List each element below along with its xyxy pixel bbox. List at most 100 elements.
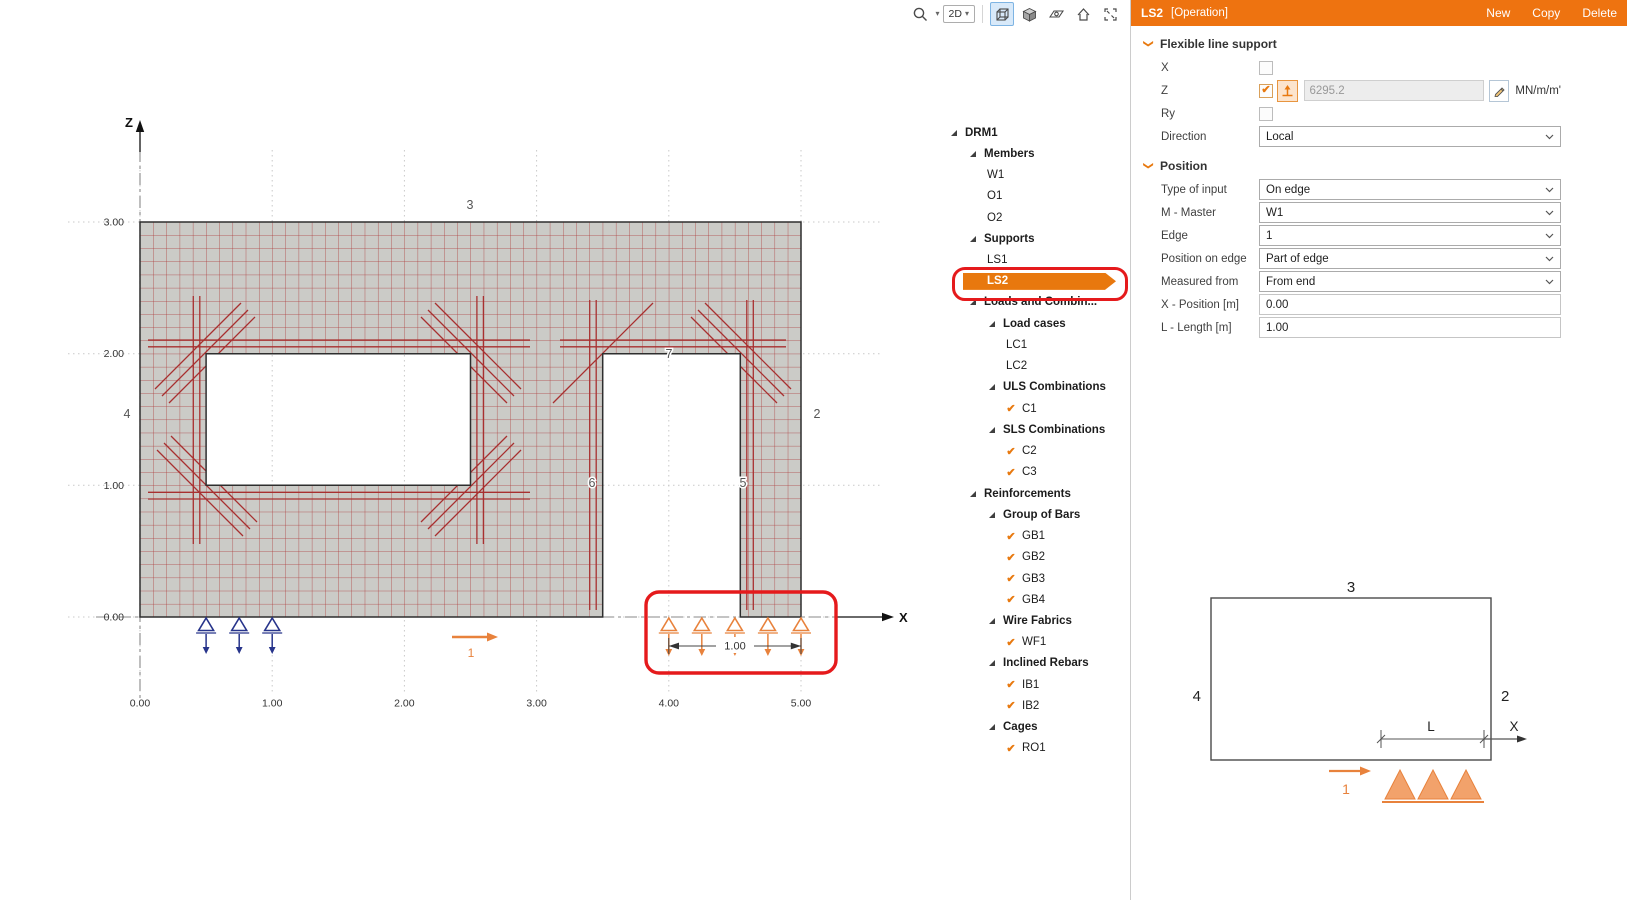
expander-icon[interactable] xyxy=(984,659,1000,667)
new-button[interactable]: New xyxy=(1486,6,1510,20)
check-icon[interactable]: ✔ xyxy=(1003,699,1019,712)
tree-item[interactable]: ✔ Cages xyxy=(938,717,1130,738)
tree-item[interactable]: ✔ Wire Fabrics xyxy=(938,610,1130,631)
property-control[interactable]: 1 xyxy=(1259,225,1561,246)
tree-item[interactable]: ✔ DRM1 xyxy=(938,122,1130,143)
tree-item-label: IB2 xyxy=(1019,700,1042,712)
check-icon[interactable]: ✔ xyxy=(1003,678,1019,691)
tree-item[interactable]: ✔ O1 xyxy=(938,186,1130,207)
tree-item[interactable]: ✔ LS1 xyxy=(938,249,1130,270)
ry-checkbox[interactable] xyxy=(1259,107,1273,121)
support-stiffness-icon[interactable] xyxy=(1277,80,1298,102)
view-axonometry-button[interactable] xyxy=(990,2,1014,26)
tree-item[interactable]: ✔ LC2 xyxy=(938,356,1130,377)
tree-item[interactable]: ✔ LS2 xyxy=(938,271,1130,292)
check-icon[interactable]: ✔ xyxy=(1003,530,1019,543)
section-collapse-icon[interactable]: ❯ xyxy=(1143,39,1154,49)
expander-icon[interactable] xyxy=(984,723,1000,731)
expander-icon[interactable] xyxy=(984,383,1000,391)
check-icon[interactable]: ✔ xyxy=(1003,572,1019,585)
property-control[interactable]: On edge xyxy=(1259,179,1561,200)
edit-pencil-icon[interactable] xyxy=(1489,80,1510,102)
tree-item[interactable]: ✔ GB3 xyxy=(938,568,1130,589)
property-control[interactable]: W1 xyxy=(1259,202,1561,223)
tree-item[interactable]: ✔ IB2 xyxy=(938,695,1130,716)
expander-icon[interactable] xyxy=(965,298,981,306)
tree-item[interactable]: ✔ C2 xyxy=(938,441,1130,462)
check-icon[interactable]: ✔ xyxy=(1003,402,1019,415)
svg-text:3: 3 xyxy=(467,198,474,212)
tree-item[interactable]: ✔ Load cases xyxy=(938,313,1130,334)
expander-icon[interactable] xyxy=(965,150,981,158)
tree-item[interactable]: ✔ C1 xyxy=(938,398,1130,419)
z-stiffness-input[interactable]: 6295.2 xyxy=(1304,80,1484,101)
tree-item[interactable]: ✔ IB1 xyxy=(938,674,1130,695)
model-view[interactable]: 1.00 1 X Z 3.00 2.0 xyxy=(0,0,1130,900)
check-icon[interactable]: ✔ xyxy=(1003,742,1019,755)
property-control[interactable]: From end xyxy=(1259,271,1561,292)
schematic-load-arrow: 1 xyxy=(1329,767,1371,798)
expander-icon[interactable] xyxy=(984,617,1000,625)
tree-item[interactable]: ✔ O2 xyxy=(938,207,1130,228)
expander-icon[interactable] xyxy=(946,129,962,137)
expander-icon[interactable] xyxy=(965,235,981,243)
support-ls1[interactable] xyxy=(196,618,282,654)
z-checkbox[interactable]: ✔ xyxy=(1259,84,1273,98)
tree-item[interactable]: ✔ WF1 xyxy=(938,632,1130,653)
tree-item[interactable]: ✔ Inclined Rebars xyxy=(938,653,1130,674)
direction-select[interactable]: Local xyxy=(1259,126,1561,147)
expander-icon[interactable] xyxy=(965,490,981,498)
check-icon[interactable]: ✔ xyxy=(1003,551,1019,564)
check-icon[interactable]: ✔ xyxy=(1003,593,1019,606)
tree-item[interactable]: ✔ ULS Combinations xyxy=(938,377,1130,398)
check-icon[interactable]: ✔ xyxy=(1003,445,1019,458)
tree-item[interactable]: ✔ SLS Combinations xyxy=(938,419,1130,440)
z-unit-label: MN/m/m' xyxy=(1515,85,1561,97)
section-title: Position xyxy=(1160,159,1207,173)
zoom-tool-button[interactable] xyxy=(909,2,933,26)
x-checkbox[interactable] xyxy=(1259,61,1273,75)
tree-item[interactable]: ✔ Reinforcements xyxy=(938,483,1130,504)
expander-icon[interactable] xyxy=(984,426,1000,434)
home-view-button[interactable] xyxy=(1071,2,1095,26)
tree-item[interactable]: ✔ RO1 xyxy=(938,738,1130,759)
zoom-dropdown-chevron[interactable]: ▾ xyxy=(936,10,940,18)
x-label: X xyxy=(1161,62,1259,74)
tree-item[interactable]: ✔ Supports xyxy=(938,228,1130,249)
expander-icon[interactable] xyxy=(984,511,1000,519)
tree-item[interactable]: ✔ Loads and Combin... xyxy=(938,292,1130,313)
check-icon[interactable]: ✔ xyxy=(1003,466,1019,479)
panel-title: LS2 xyxy=(1141,6,1163,20)
view-2d-label: 2D xyxy=(949,8,962,20)
property-row: Edge 1 xyxy=(1131,224,1627,247)
section-collapse-icon[interactable]: ❯ xyxy=(1143,161,1154,171)
tree-item[interactable]: ✔ Group of Bars xyxy=(938,504,1130,525)
copy-button[interactable]: Copy xyxy=(1532,6,1560,20)
tree-item[interactable]: ✔ Members xyxy=(938,143,1130,164)
tree-item[interactable]: ✔ C3 xyxy=(938,462,1130,483)
property-control[interactable]: Part of edge xyxy=(1259,248,1561,269)
check-icon[interactable]: ✔ xyxy=(1003,636,1019,649)
tree-item[interactable]: ✔ GB4 xyxy=(938,589,1130,610)
workplane-button[interactable] xyxy=(1044,2,1068,26)
property-control[interactable]: 0.00 xyxy=(1259,294,1561,315)
zoom-fit-button[interactable] xyxy=(1098,2,1122,26)
delete-button[interactable]: Delete xyxy=(1582,6,1617,20)
tree-item[interactable]: ✔ LC1 xyxy=(938,334,1130,355)
wall-member[interactable] xyxy=(140,222,801,617)
tree-item-label: LC2 xyxy=(1003,360,1030,372)
tree-item[interactable]: ✔ W1 xyxy=(938,164,1130,185)
expander-icon[interactable] xyxy=(984,320,1000,328)
section-position[interactable]: ❯ Position xyxy=(1143,159,1627,173)
tree-item-label: GB3 xyxy=(1019,573,1048,585)
tree-item-label: Inclined Rebars xyxy=(1000,657,1092,669)
tree-item[interactable]: ✔ GB1 xyxy=(938,525,1130,546)
view-rendered-button[interactable] xyxy=(1017,2,1041,26)
tree-item[interactable]: ✔ GB2 xyxy=(938,547,1130,568)
property-control[interactable]: 1.00 xyxy=(1259,317,1561,338)
view-2d-button[interactable]: 2D ▾ xyxy=(943,5,975,23)
chevron-down-icon xyxy=(1545,256,1554,262)
property-label: Edge xyxy=(1161,230,1259,242)
section-flexible-line-support[interactable]: ❯ Flexible line support xyxy=(1143,37,1627,51)
svg-text:2: 2 xyxy=(814,407,821,421)
